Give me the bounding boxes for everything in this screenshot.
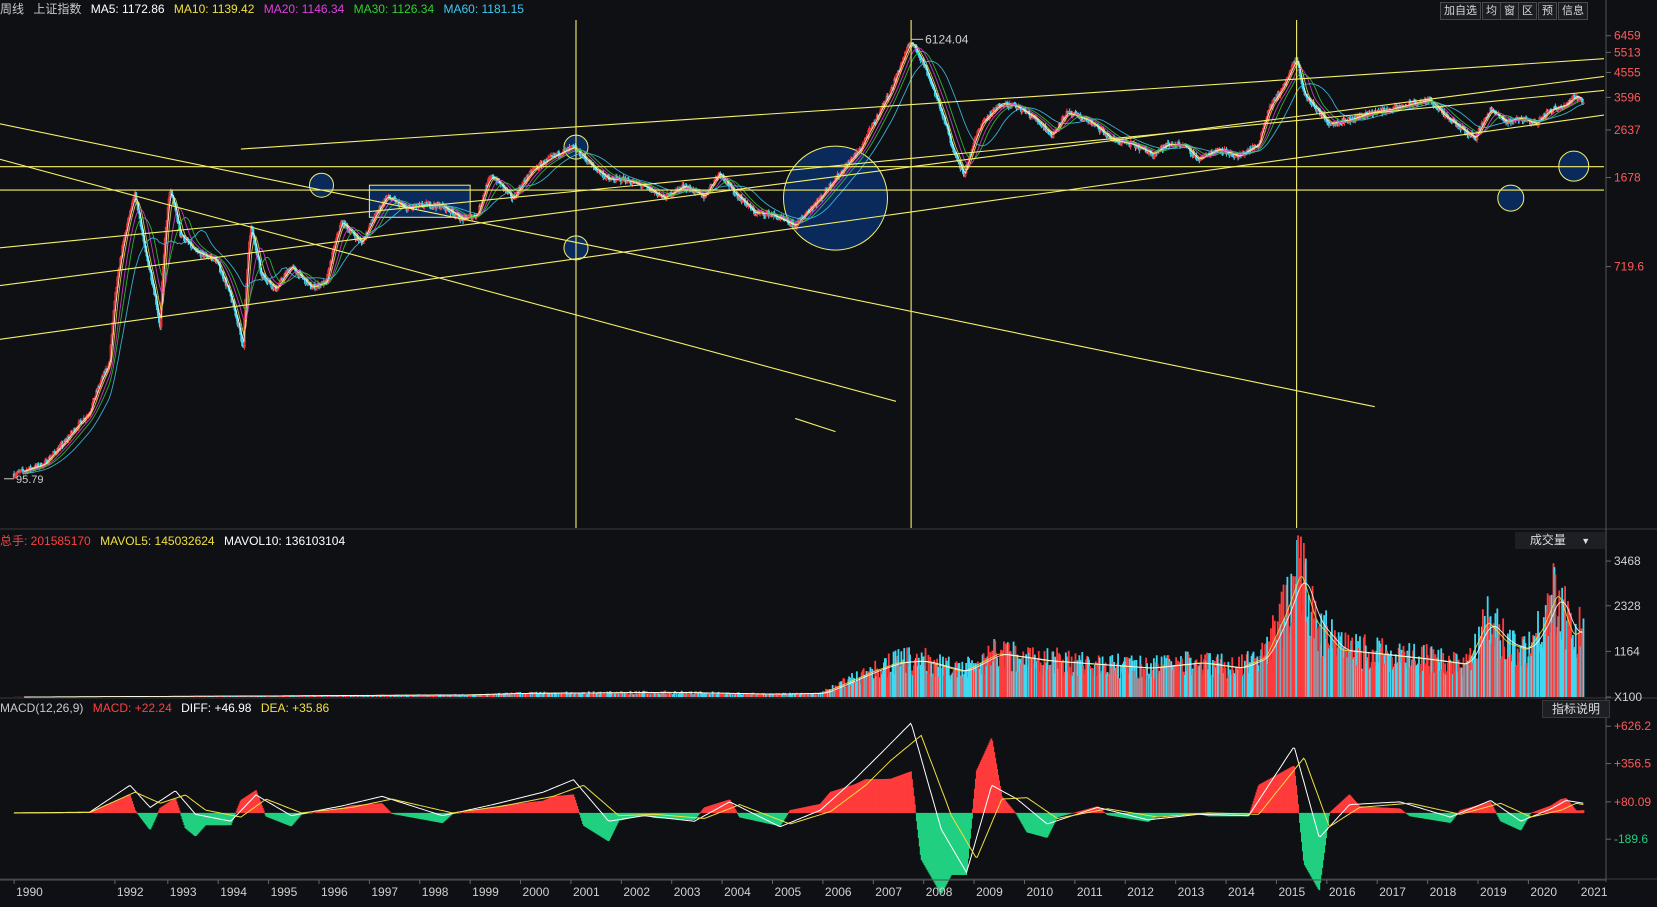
- volume-bar: [1583, 618, 1585, 697]
- macd-histogram: [13, 738, 1584, 893]
- circle-2019: [1498, 185, 1524, 211]
- peak-label: 6124.04: [925, 32, 969, 46]
- volume-panel[interactable]: [13, 535, 1584, 697]
- trend-up-top: [241, 59, 1607, 150]
- macd-panel[interactable]: [13, 723, 1584, 893]
- price-panel[interactable]: 6124.04 95.79: [0, 20, 1607, 528]
- stock-chart-svg[interactable]: 6124.0495.79 645955134555359626371678719…: [0, 0, 1657, 902]
- trend-down-long: [0, 124, 1375, 407]
- trend-up-low: [0, 115, 1607, 340]
- ma30-line: [24, 52, 1582, 474]
- panel-frames: [0, 0, 1657, 882]
- price-plot: [0, 20, 1607, 528]
- low-label: 95.79: [16, 474, 44, 486]
- trend-up-mid-a: [0, 76, 1607, 286]
- circle-1996: [310, 173, 334, 197]
- trend-tail: [795, 418, 835, 431]
- chart-stage[interactable]: 6124.0495.79 645955134555359626371678719…: [0, 0, 1657, 902]
- volume-bars: [13, 535, 1584, 697]
- circle-2020: [1559, 151, 1589, 181]
